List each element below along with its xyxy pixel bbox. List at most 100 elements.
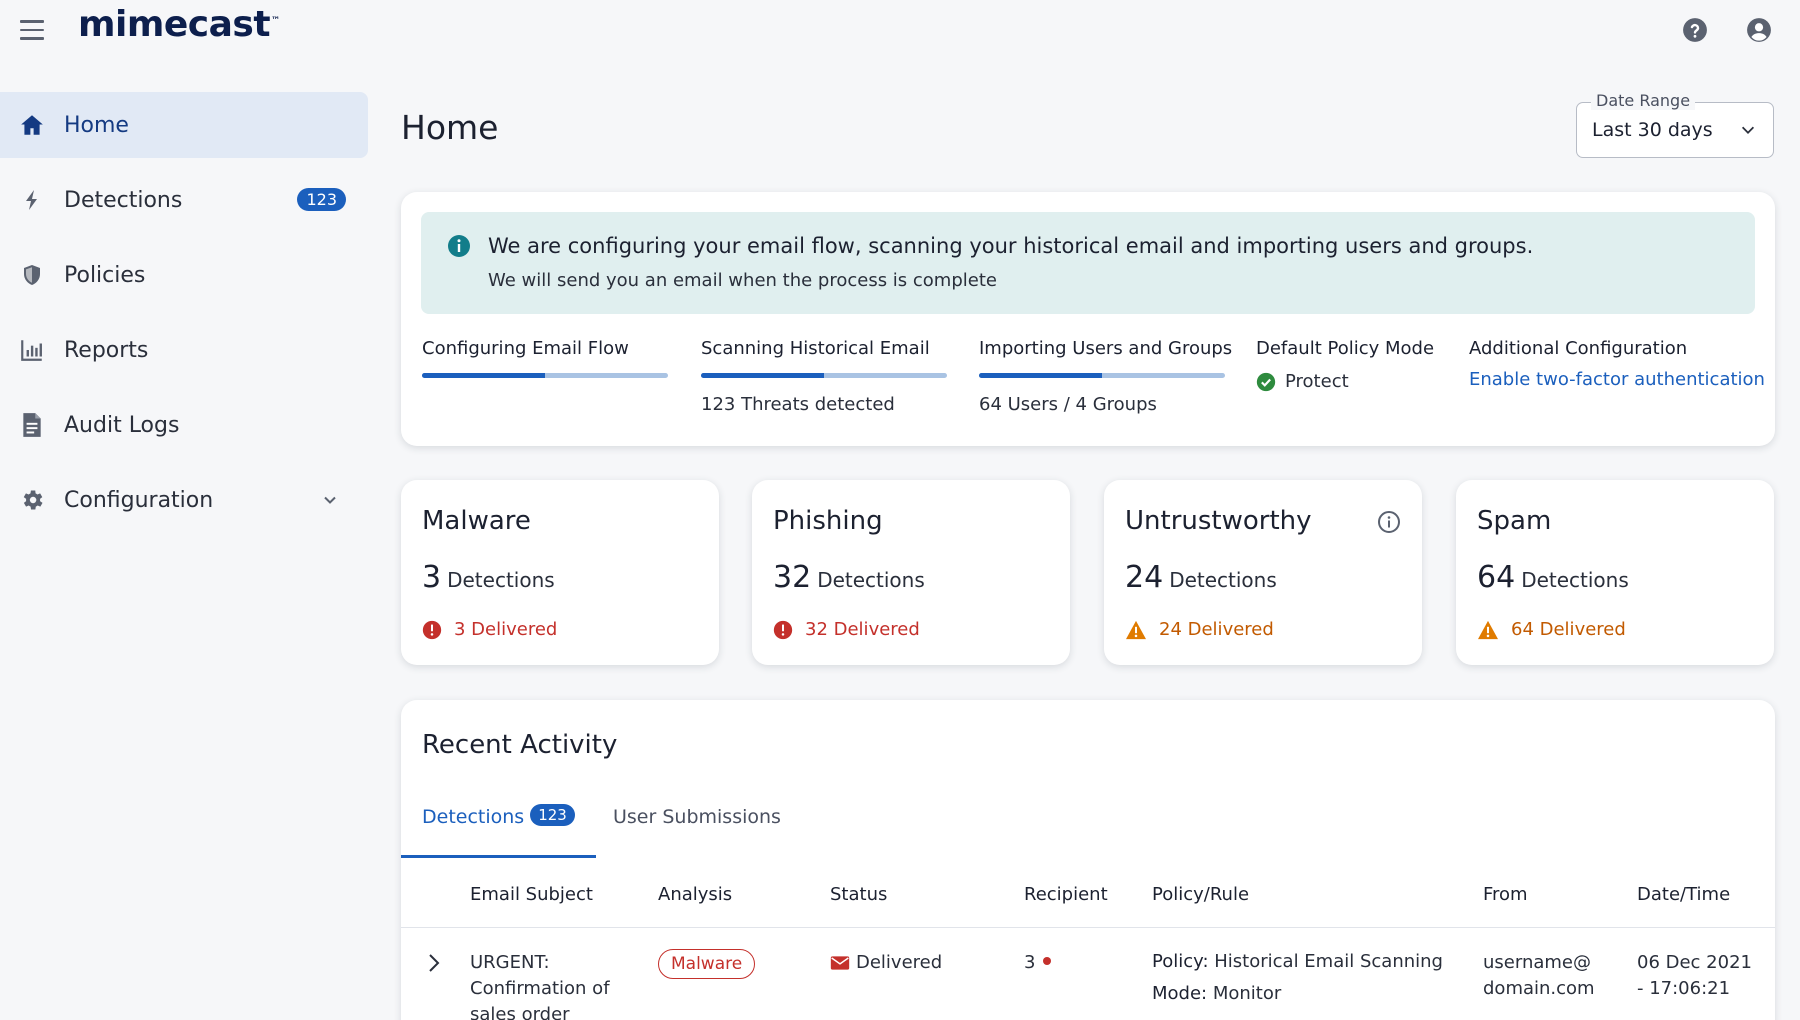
mode-value: Monitor	[1212, 983, 1282, 1004]
progress-title: Importing Users and Groups	[979, 338, 1233, 359]
stat-number: 64	[1477, 560, 1516, 595]
bar-chart-icon	[18, 336, 46, 364]
sidebar-item-label: Detections	[64, 187, 183, 213]
sidebar-item-policies[interactable]: Policies	[0, 242, 368, 308]
check-circle-icon	[1256, 372, 1276, 391]
help-icon[interactable]	[1682, 17, 1708, 43]
date-range-value: Last 30 days	[1592, 119, 1713, 141]
chevron-down-icon	[1741, 126, 1755, 134]
tab-label: User Submissions	[613, 806, 781, 828]
logo-text: mimecast	[78, 4, 271, 45]
date-range-select[interactable]: Date Range Last 30 days	[1576, 91, 1774, 158]
tab-detections[interactable]: Detections 123	[401, 804, 596, 858]
tab-user-submissions[interactable]: User Submissions	[613, 806, 781, 858]
progress-historical-scan: Scanning Historical Email 123 Threats de…	[701, 338, 947, 415]
account-icon[interactable]	[1746, 17, 1772, 43]
stat-number: 3	[422, 560, 442, 595]
users-groups-count: 64 Users / 4 Groups	[979, 394, 1157, 415]
table-row[interactable]: URGENT: Confirmation of sales order Malw…	[401, 929, 1775, 1020]
progress-email-flow: Configuring Email Flow	[422, 338, 668, 378]
stat-delivered[interactable]: 32 Delivered	[773, 619, 920, 640]
column-from[interactable]: From	[1483, 884, 1528, 905]
sidebar-item-configuration[interactable]: Configuration	[0, 467, 368, 533]
recipient-cell: 3	[1024, 950, 1052, 976]
stat-number: 32	[773, 560, 812, 595]
error-icon	[422, 620, 442, 639]
stat-delivered-text: 64 Delivered	[1511, 619, 1626, 640]
recipient-count: 3	[1024, 952, 1036, 973]
additional-configuration: Additional Configuration Enable two-fact…	[1469, 338, 1765, 390]
info-outline-icon[interactable]	[1377, 510, 1401, 534]
threats-detected: 123 Threats detected	[701, 394, 895, 415]
sidebar: Home Detections 123 Policies Reports Aud…	[0, 92, 370, 542]
top-bar: mimecast™	[0, 0, 1800, 60]
onboarding-status-card: We are configuring your email flow, scan…	[401, 192, 1775, 446]
gear-icon	[18, 486, 46, 514]
stat-title: Phishing	[773, 506, 883, 536]
stat-title: Spam	[1477, 506, 1552, 536]
stat-unit: Detections	[1521, 568, 1629, 592]
column-status[interactable]: Status	[830, 884, 887, 905]
sidebar-item-label: Reports	[64, 337, 149, 363]
error-icon	[773, 620, 793, 639]
column-analysis[interactable]: Analysis	[658, 884, 732, 905]
stat-card-malware[interactable]: Malware 3 Detections 3 Delivered	[401, 480, 719, 665]
menu-icon[interactable]	[20, 20, 44, 40]
stat-unit: Detections	[817, 568, 925, 592]
sidebar-item-detections[interactable]: Detections 123	[0, 167, 368, 233]
recipient-status-dot	[1043, 957, 1052, 965]
subject-line: sales order	[470, 1004, 570, 1020]
shield-icon	[18, 261, 46, 289]
progress-title: Configuring Email Flow	[422, 338, 629, 359]
column-recipient[interactable]: Recipient	[1024, 884, 1108, 905]
stat-delivered[interactable]: 3 Delivered	[422, 619, 557, 640]
recent-activity-card: Recent Activity Detections 123 User Subm…	[401, 700, 1775, 1020]
stat-card-untrustworthy[interactable]: Untrustworthy 24 Detections 24 Delivered	[1104, 480, 1422, 665]
stat-unit: Detections	[1169, 568, 1277, 592]
progress-fill	[422, 373, 545, 378]
subject-line: URGENT:	[470, 952, 550, 973]
policy-mode-value: Protect	[1285, 371, 1349, 392]
info-icon	[448, 235, 470, 257]
stat-count: 24 Detections	[1125, 560, 1277, 595]
stat-delivered[interactable]: 24 Delivered	[1125, 619, 1274, 640]
stat-count: 64 Detections	[1477, 560, 1629, 595]
chevron-down-icon[interactable]	[320, 490, 340, 510]
stat-delivered[interactable]: 64 Delivered	[1477, 619, 1626, 640]
detections-count-badge: 123	[297, 188, 346, 211]
policy-mode-title: Default Policy Mode	[1256, 338, 1435, 359]
additional-config-title: Additional Configuration	[1469, 338, 1688, 359]
sidebar-item-home[interactable]: Home	[0, 92, 368, 158]
policy-value: Historical Email Scanning	[1214, 951, 1443, 972]
sidebar-item-label: Configuration	[64, 487, 214, 513]
table-header: Email Subject Analysis Status Recipient …	[401, 858, 1775, 928]
lightning-icon	[18, 186, 46, 214]
date-range-label: Date Range	[1591, 91, 1696, 110]
column-policy-rule[interactable]: Policy/Rule	[1152, 884, 1249, 905]
stat-card-phishing[interactable]: Phishing 32 Detections 32 Delivered	[752, 480, 1070, 665]
stat-card-spam[interactable]: Spam 64 Detections 64 Delivered	[1456, 480, 1774, 665]
banner-title: We are configuring your email flow, scan…	[488, 234, 1534, 258]
column-email-subject[interactable]: Email Subject	[470, 884, 593, 905]
from-line: domain.com	[1483, 978, 1595, 999]
sidebar-item-reports[interactable]: Reports	[0, 317, 368, 383]
sidebar-item-label: Policies	[64, 262, 146, 288]
logo[interactable]: mimecast™	[78, 4, 280, 45]
sidebar-item-audit-logs[interactable]: Audit Logs	[0, 392, 368, 458]
stat-delivered-text: 32 Delivered	[805, 619, 920, 640]
enable-2fa-link[interactable]: Enable two-factor authentication	[1469, 369, 1765, 390]
progress-bar	[422, 373, 668, 378]
tab-label: Detections	[422, 806, 525, 828]
mode-label: Mode:	[1152, 983, 1208, 1004]
analysis-cell: Malware	[658, 949, 756, 979]
warning-icon	[1126, 620, 1146, 639]
info-banner: We are configuring your email flow, scan…	[421, 212, 1755, 314]
column-date-time[interactable]: Date/Time	[1637, 884, 1730, 905]
time-line: - 17:06:21	[1637, 978, 1731, 999]
recent-activity-title: Recent Activity	[422, 730, 618, 760]
progress-import-users: Importing Users and Groups 64 Users / 4 …	[979, 338, 1232, 415]
policy-mode-status: Protect	[1256, 371, 1434, 392]
analysis-badge: Malware	[658, 949, 756, 979]
stat-title: Malware	[422, 506, 531, 536]
from-line: username@	[1483, 952, 1591, 973]
